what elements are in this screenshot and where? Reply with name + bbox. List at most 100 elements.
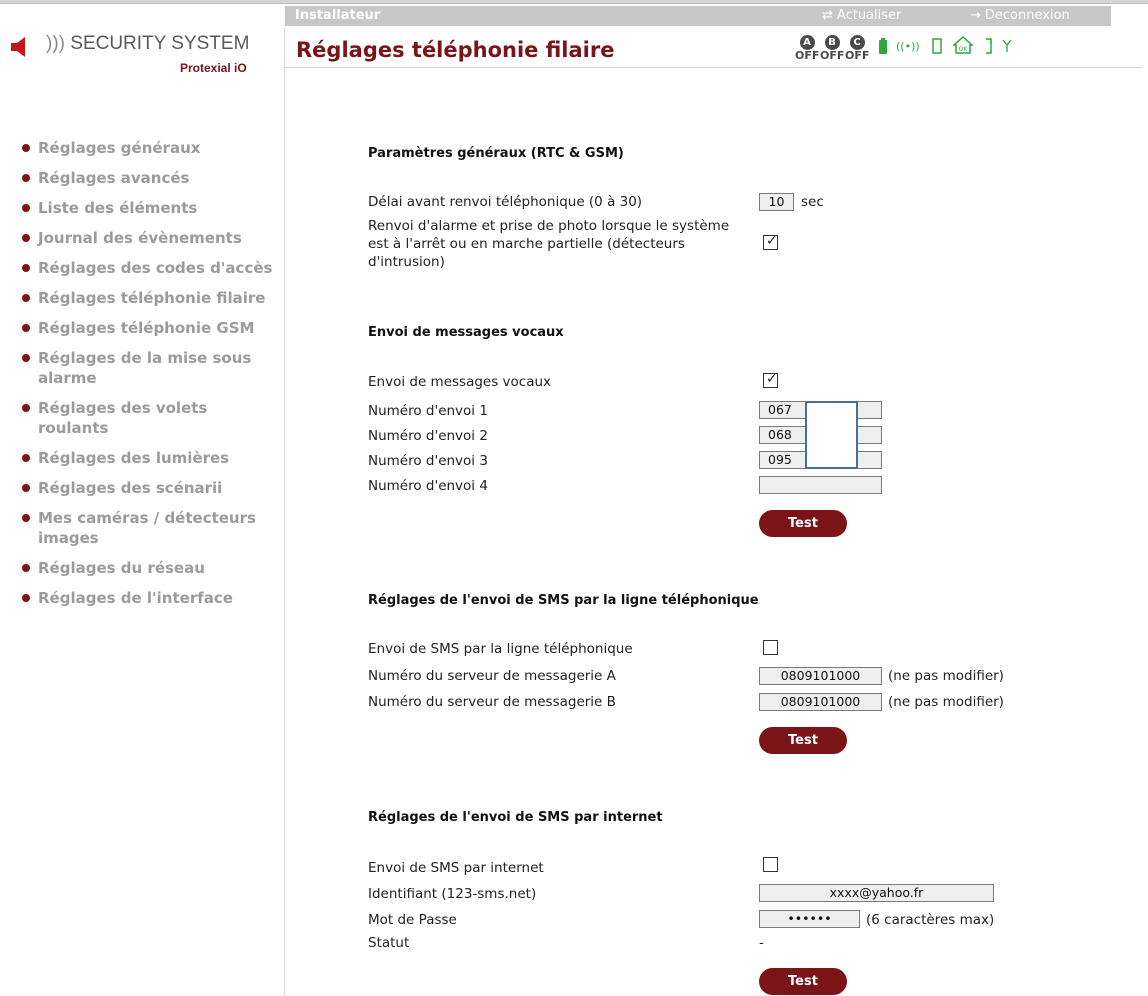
server-a-input[interactable]: 0809101000 <box>759 667 882 685</box>
status-label: Statut <box>368 935 410 951</box>
sms-line-enable-checkbox[interactable] <box>763 640 778 655</box>
radio-waves-icon: ((•)) <box>896 40 920 53</box>
home-ok-icon: OK <box>953 36 973 54</box>
sms-internet-enable-label: Envoi de SMS par internet <box>368 860 544 876</box>
bullet-icon <box>22 564 30 572</box>
sms-line-test-button[interactable]: Test <box>759 727 847 754</box>
bullet-icon <box>22 594 30 602</box>
redaction-box <box>805 401 858 469</box>
bullet-icon <box>22 264 30 272</box>
section-title-general: Paramètres généraux (RTC & GSM) <box>368 146 624 161</box>
antenna-icon <box>1002 39 1012 52</box>
identifier-label: Identifiant (123-sms.net) <box>368 886 537 902</box>
bullet-icon <box>22 454 30 462</box>
voice-enable-label: Envoi de messages vocaux <box>368 374 552 390</box>
password-note: (6 caractères max) <box>866 912 995 928</box>
nav-item-cameras[interactable]: Mes caméras / détecteurs images <box>22 508 277 548</box>
nav-item-mise-sous-alarme[interactable]: Réglages de la mise sous alarme <box>22 348 277 388</box>
nav-label: Réglages téléphonie filaire <box>38 289 266 307</box>
zone-b-icon: B <box>824 35 840 50</box>
nav-label: Réglages des lumières <box>38 449 230 467</box>
logout-link[interactable]: → Deconnexion <box>970 8 1070 23</box>
voice-enable-checkbox[interactable]: ✓ <box>763 371 778 388</box>
bullet-icon <box>22 294 30 302</box>
nav-label: Journal des évènements <box>38 229 242 247</box>
top-bar: Installateur ⇄ Actualiser → Deconnexion <box>285 6 1111 26</box>
refresh-link[interactable]: ⇄ Actualiser <box>822 8 901 23</box>
bullet-icon <box>22 174 30 182</box>
checkmark-icon: ✓ <box>766 233 778 249</box>
server-a-note: (ne pas modifier) <box>888 668 1004 684</box>
nav-item-scenarii[interactable]: Réglages des scénarii <box>22 478 277 498</box>
voice-number-2-label: Numéro d'envoi 2 <box>368 428 488 444</box>
nav-label: Réglages du réseau <box>38 559 205 577</box>
bullet-icon <box>22 484 30 492</box>
zone-a-icon: A <box>799 35 815 50</box>
user-role: Installateur <box>295 8 381 23</box>
nav-item-codes-acces[interactable]: Réglages des codes d'accès <box>22 258 277 278</box>
nav-label: Réglages de la mise sous alarme <box>38 349 252 387</box>
window-top-border <box>0 0 1148 4</box>
password-input[interactable]: •••••• <box>759 910 860 928</box>
nav-item-telephonie-filaire[interactable]: Réglages téléphonie filaire <box>22 288 277 308</box>
zone-c-icon: C <box>849 35 865 50</box>
bullet-icon <box>22 514 30 522</box>
refresh-icon: ⇄ <box>822 8 833 23</box>
voice-number-1-label: Numéro d'envoi 1 <box>368 403 488 419</box>
voice-number-4-label: Numéro d'envoi 4 <box>368 478 488 494</box>
nav-label: Réglages avancés <box>38 169 190 187</box>
nav-item-liste-elements[interactable]: Liste des éléments <box>22 198 277 218</box>
zone-b-status: B OFF <box>820 34 844 61</box>
sidebar-nav: Réglages généraux Réglages avancés Liste… <box>22 138 277 618</box>
zone-c-state: OFF <box>845 49 870 62</box>
logo-name-text: SECURITY SYSTEM <box>70 33 250 54</box>
bullet-icon <box>22 354 30 362</box>
delay-label: Délai avant renvoi téléphonique (0 à 30) <box>368 194 643 210</box>
nav-item-reglages-generaux[interactable]: Réglages généraux <box>22 138 277 158</box>
delay-unit: sec <box>801 194 824 210</box>
logo-name: ))) SECURITY SYSTEM <box>46 33 249 55</box>
nav-item-volets-roulants[interactable]: Réglages des volets roulants <box>22 398 277 438</box>
bullet-icon <box>22 144 30 152</box>
alarm-forward-checkbox[interactable]: ✓ <box>763 233 778 250</box>
voice-number-4-input[interactable] <box>759 476 882 494</box>
section-title-voice: Envoi de messages vocaux <box>368 325 564 340</box>
identifier-input[interactable]: xxxx@yahoo.fr <box>759 884 994 902</box>
server-a-label: Numéro du serveur de messagerie A <box>368 668 616 684</box>
server-b-input[interactable]: 0809101000 <box>759 693 882 711</box>
voice-test-button[interactable]: Test <box>759 510 847 537</box>
battery-icon <box>879 38 887 54</box>
nav-label: Réglages de l'interface <box>38 589 233 607</box>
zone-c-status: C OFF <box>845 34 869 61</box>
delay-input[interactable]: 10 <box>759 193 794 211</box>
checkmark-icon: ✓ <box>766 371 778 387</box>
sms-internet-test-button[interactable]: Test <box>759 968 847 995</box>
nav-item-reglages-avances[interactable]: Réglages avancés <box>22 168 277 188</box>
nav-item-journal[interactable]: Journal des évènements <box>22 228 277 248</box>
nav-item-reseau[interactable]: Réglages du réseau <box>22 558 277 578</box>
bullet-icon <box>22 234 30 242</box>
sidebar-divider <box>284 28 285 996</box>
nav-label: Réglages téléphonie GSM <box>38 319 255 337</box>
nav-item-interface[interactable]: Réglages de l'interface <box>22 588 277 608</box>
nav-label: Réglages des volets roulants <box>38 399 208 437</box>
bullet-icon <box>22 204 30 212</box>
sms-internet-enable-checkbox[interactable] <box>763 857 778 872</box>
zone-a-status: A OFF <box>795 34 819 61</box>
sms-line-enable-label: Envoi de SMS par la ligne téléphonique <box>368 641 633 657</box>
voice-number-3-label: Numéro d'envoi 3 <box>368 453 488 469</box>
status-value: - <box>759 935 764 951</box>
logo-product: Protexial iO <box>180 61 247 75</box>
section-title-sms-line: Réglages de l'envoi de SMS par la ligne … <box>368 593 759 608</box>
bullet-icon <box>22 404 30 412</box>
nav-item-lumieres[interactable]: Réglages des lumières <box>22 448 277 468</box>
nav-label: Réglages généraux <box>38 139 201 157</box>
arrow-right-icon: → <box>970 8 981 23</box>
server-b-note: (ne pas modifier) <box>888 694 1004 710</box>
zone-a-state: OFF <box>795 49 820 62</box>
nav-label: Réglages des scénarii <box>38 479 223 497</box>
title-divider <box>285 67 1142 68</box>
svg-text:OK: OK <box>959 46 969 53</box>
nav-item-telephonie-gsm[interactable]: Réglages téléphonie GSM <box>22 318 277 338</box>
nav-label: Liste des éléments <box>38 199 198 217</box>
